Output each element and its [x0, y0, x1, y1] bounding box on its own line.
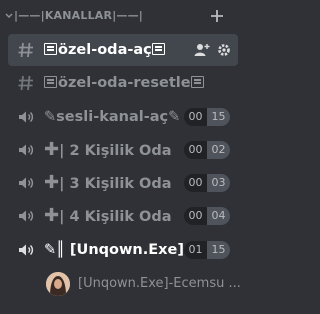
user-limit-badge: 00 03: [184, 174, 230, 192]
user-cap: 03: [207, 174, 230, 192]
user-limit-badge: 01 15: [184, 241, 230, 259]
category-label: |——|KANALLAR|——|: [14, 9, 144, 22]
user-count: 00: [184, 174, 207, 192]
channel-emoji-icon: [44, 76, 57, 88]
channel-name: ║ [Unqown.Exe]...: [56, 242, 201, 258]
user-cap: 04: [207, 207, 230, 225]
user-count: 00: [184, 108, 207, 126]
user-limit-badge: 00 04: [184, 207, 230, 225]
channel-name: özel-oda-resetle: [58, 75, 191, 91]
user-cap: 15: [207, 108, 230, 126]
pencil-icon: ✎: [44, 242, 57, 258]
speaker-icon: [19, 144, 34, 156]
voice-user-name: [Unqown.Exe]-Ecemsu ...: [78, 276, 241, 291]
channel-emoji-icon: [190, 76, 204, 88]
user-limit-badge: 00 02: [184, 141, 230, 159]
gear-icon[interactable]: [216, 42, 232, 58]
channel-emoji-icon: [44, 43, 57, 55]
pencil-icon: ✎: [168, 109, 181, 125]
channel-2-kisilik-oda[interactable]: ✚| 2 Kişilik Oda 00 02: [8, 134, 238, 166]
channel-3-kisilik-oda[interactable]: ✚| 3 Kişilik Oda 00 03: [8, 167, 238, 199]
speaker-icon: [19, 210, 34, 222]
voice-user[interactable]: [Unqown.Exe]-Ecemsu ...: [40, 270, 241, 298]
user-cap: 02: [207, 141, 230, 159]
speaker-icon: [19, 177, 34, 189]
text-channel-icon: [18, 75, 33, 91]
channel-unqown-exe[interactable]: ✎║ [Unqown.Exe]... 01 15: [8, 234, 238, 266]
cross-icon: ✚: [44, 172, 60, 193]
user-limit-badge: 00 15: [184, 108, 230, 126]
speaker-icon: [19, 244, 34, 256]
cross-icon: ✚: [44, 205, 60, 226]
channel-name: | 3 Kişilik Oda: [59, 176, 172, 192]
channel-sesli-kanal-ac[interactable]: ✎sesli-kanal-aç✎ 00 15: [8, 101, 238, 133]
user-count: 01: [184, 241, 207, 259]
user-count: 00: [184, 141, 207, 159]
avatar: [46, 272, 70, 296]
channel-ozel-oda-ac[interactable]: özel-oda-aç: [8, 34, 238, 66]
channel-name: sesli-kanal-aç: [56, 109, 169, 125]
create-channel-icon[interactable]: [210, 9, 224, 23]
channel-4-kisilik-oda[interactable]: ✚| 4 Kişilik Oda 00 04: [8, 200, 238, 232]
pencil-icon: ✎: [44, 109, 57, 125]
channel-name: | 2 Kişilik Oda: [59, 143, 172, 159]
invite-people-icon[interactable]: [194, 42, 210, 58]
channel-ozel-oda-resetle[interactable]: özel-oda-resetle: [8, 67, 238, 99]
user-cap: 15: [207, 241, 230, 259]
chevron-down-icon[interactable]: [4, 9, 14, 23]
channel-category[interactable]: |——|KANALLAR|——|: [0, 0, 246, 32]
text-channel-icon: [18, 42, 33, 58]
channel-emoji-icon: [151, 43, 165, 55]
speaker-icon: [19, 111, 34, 123]
channel-name: | 4 Kişilik Oda: [59, 209, 172, 225]
cross-icon: ✚: [44, 139, 60, 160]
user-count: 00: [184, 207, 207, 225]
channel-name: özel-oda-aç: [58, 42, 152, 58]
